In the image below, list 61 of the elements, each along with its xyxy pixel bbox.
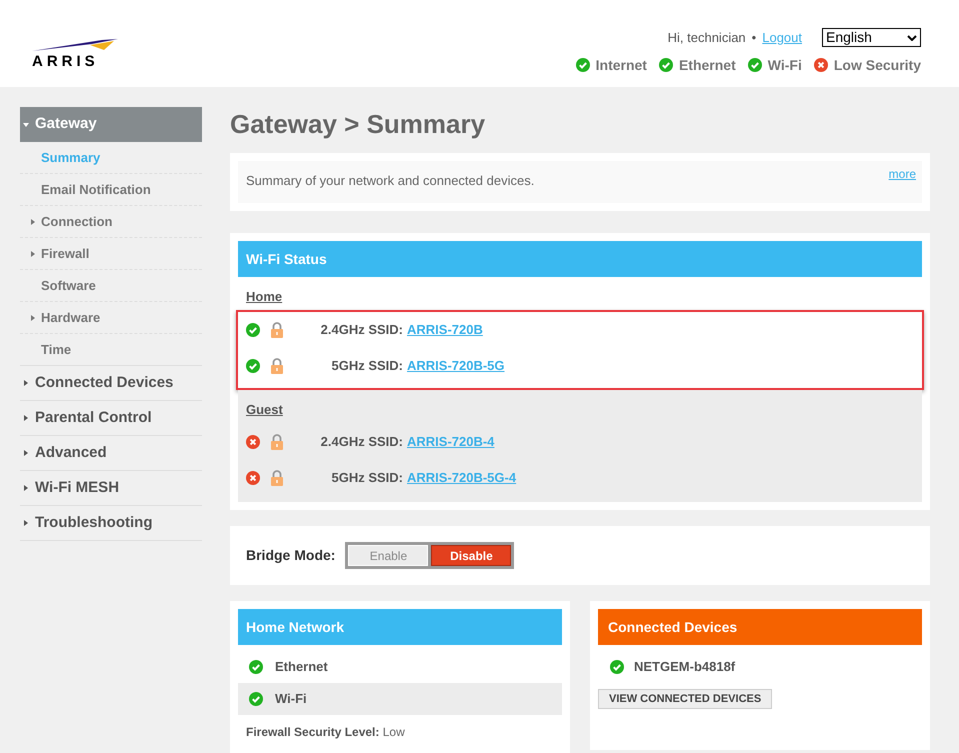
caret-down-icon — [23, 122, 29, 128]
more-link[interactable]: more — [888, 165, 916, 183]
ssid-link[interactable]: ARRIS-720B — [407, 320, 483, 340]
logo-text: ARRIS — [32, 54, 99, 69]
page-title: Gateway > Summary — [230, 108, 486, 141]
intro-text: Summary of your network and connected devices. — [246, 172, 534, 190]
nav-section[interactable]: Wi-Fi MESH — [20, 471, 202, 506]
toggle-option[interactable]: Disable — [431, 545, 512, 566]
caret-right-icon — [23, 415, 29, 421]
nav-item[interactable]: Time — [20, 334, 202, 366]
separator-dot: • — [752, 29, 756, 47]
nav-section[interactable]: Troubleshooting — [20, 506, 202, 541]
caret-right-icon — [23, 520, 29, 526]
caret-right-icon — [30, 314, 36, 320]
card-header: Home Network — [238, 609, 562, 645]
padlock-icon — [270, 434, 284, 450]
status-label: Low Security — [834, 56, 921, 75]
view-devices-button[interactable]: VIEW CONNECTED DEVICES — [598, 689, 772, 709]
nav-item[interactable]: Firewall — [20, 238, 202, 270]
status-label: Internet — [596, 56, 647, 74]
band-label: 2.4GHz SSID: — [320, 322, 403, 337]
bridge-mode-label: Bridge Mode: — [246, 546, 336, 565]
card-header: Wi-Fi Status — [238, 241, 922, 277]
toggle-option[interactable]: Enable — [348, 545, 428, 566]
greeting: Hi, technician — [668, 29, 746, 47]
group-title: Home — [245, 288, 284, 306]
nav-item[interactable]: Connection — [20, 206, 202, 238]
padlock-icon — [270, 470, 284, 486]
network-label: Ethernet — [275, 658, 328, 676]
padlock-icon — [270, 322, 284, 338]
chevron-down-icon — [907, 34, 917, 41]
swoosh-icon — [32, 38, 118, 52]
nav-item[interactable]: Software — [20, 270, 202, 302]
ssid-link[interactable]: ARRIS-720B-5G — [407, 356, 505, 376]
band-label: 5GHz SSID: — [331, 358, 403, 373]
status-label: Wi-Fi — [768, 56, 802, 74]
band-label: 2.4GHz SSID: — [320, 434, 403, 450]
logout-link[interactable]: Logout — [762, 28, 802, 48]
ssid-link[interactable]: ARRIS-720B-5G-4 — [407, 468, 516, 488]
nav-section[interactable]: Gateway — [20, 107, 202, 142]
nav-item[interactable]: Hardware — [20, 302, 202, 334]
nav-section[interactable]: Connected Devices — [20, 366, 202, 401]
language-select[interactable]: English — [822, 28, 921, 48]
nav-section[interactable]: Advanced — [20, 436, 202, 471]
firewall-level: Firewall Security Level: Low — [246, 725, 405, 739]
band-label: 5GHz SSID: — [331, 470, 403, 486]
group-title: Guest — [245, 400, 284, 418]
caret-right-icon — [23, 450, 29, 456]
nav-item[interactable]: Summary — [20, 142, 202, 174]
nav-section[interactable]: Parental Control — [20, 401, 202, 436]
caret-right-icon — [30, 218, 36, 224]
caret-right-icon — [30, 250, 36, 256]
ssid-link[interactable]: ARRIS-720B-4 — [407, 432, 494, 452]
network-label: Wi-Fi — [275, 690, 307, 708]
nav-item[interactable]: Email Notification — [20, 174, 202, 206]
device-name: NETGEM-b4818f — [634, 658, 736, 676]
card-header: Connected Devices — [598, 609, 922, 645]
caret-right-icon — [23, 485, 29, 491]
caret-right-icon — [23, 380, 29, 386]
status-label: Ethernet — [678, 56, 736, 74]
padlock-icon — [270, 358, 284, 374]
